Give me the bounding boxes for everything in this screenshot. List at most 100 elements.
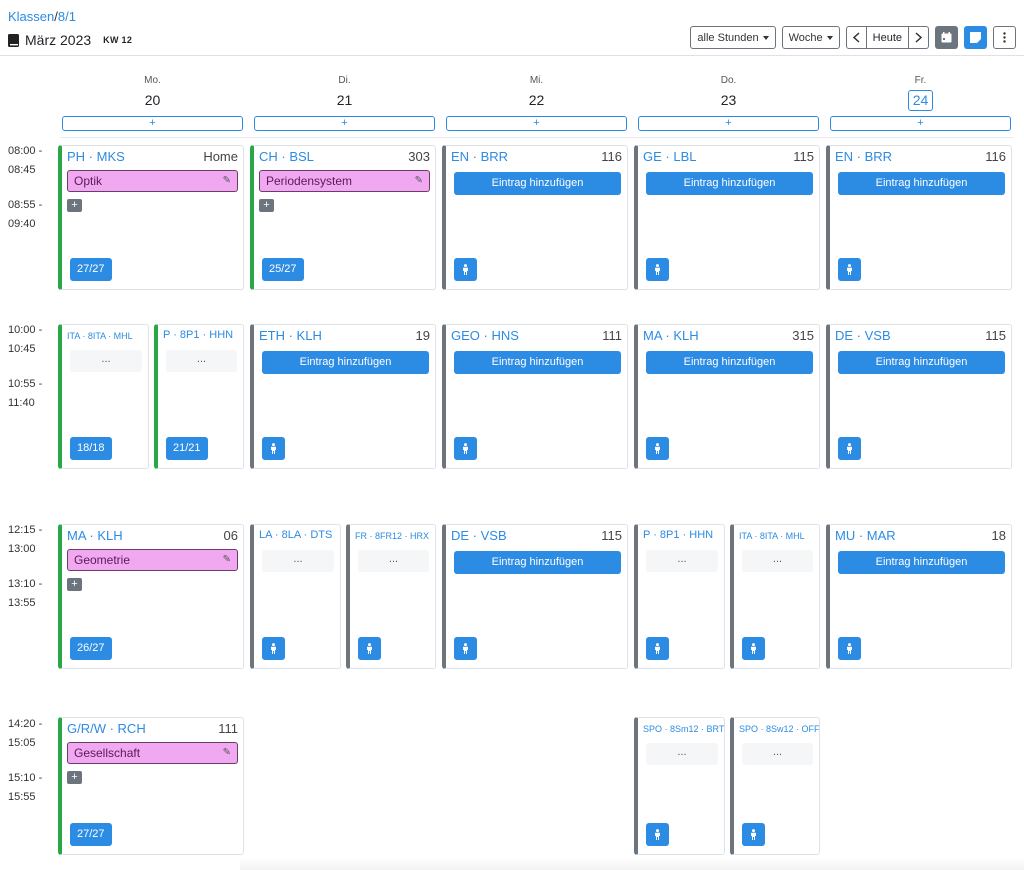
attendance-button[interactable] (262, 637, 285, 660)
lesson-topic[interactable]: Optik ✎ (67, 170, 238, 192)
notes-button[interactable] (964, 26, 987, 49)
attendance-count-button[interactable]: 27/27 (70, 258, 112, 281)
view-dropdown[interactable]: Woche (781, 26, 840, 49)
attendance-button[interactable] (646, 637, 669, 660)
attendance-button[interactable] (454, 437, 477, 460)
attendance-button[interactable] (646, 258, 669, 281)
attendance-button[interactable] (838, 258, 861, 281)
add-day-event-button[interactable]: + (638, 116, 819, 131)
lesson-card[interactable]: SPO · 8Sw12 · OFF... (730, 717, 820, 855)
lesson-card[interactable]: GE · LBL 115 Eintrag hinzufügen (634, 145, 820, 290)
add-day-event-button[interactable]: + (62, 116, 243, 131)
more-button[interactable] (993, 26, 1016, 49)
lesson-card[interactable]: SPO · 8Sm12 · BRT... (634, 717, 725, 855)
attendance-button[interactable] (358, 637, 381, 660)
pencil-icon[interactable]: ✎ (223, 743, 231, 763)
lesson-card[interactable]: PH · MKS Home Optik ✎ +27/27 (58, 145, 244, 290)
lesson-subject[interactable]: EN · BRR (451, 149, 508, 164)
lesson-placeholder[interactable]: ... (646, 550, 718, 572)
lesson-card[interactable]: P · 8P1 · HHN... (634, 524, 725, 669)
lesson-topic[interactable]: Gesellschaft ✎ (67, 742, 238, 764)
lesson-card[interactable]: MU · MAR 18 Eintrag hinzufügen (826, 524, 1012, 669)
lesson-topic[interactable]: Periodensystem ✎ (259, 170, 430, 192)
lesson-card[interactable]: FR · 8FR12 · HRX... (346, 524, 436, 669)
pencil-icon[interactable]: ✎ (223, 171, 231, 191)
pencil-icon[interactable]: ✎ (223, 550, 231, 570)
attendance-button[interactable] (454, 637, 477, 660)
lesson-placeholder[interactable]: ... (742, 743, 813, 765)
pencil-icon[interactable]: ✎ (415, 171, 423, 191)
lesson-subject[interactable]: MA · KLH (643, 328, 699, 343)
lesson-subject[interactable]: P · 8P1 · HHN (643, 528, 713, 541)
attendance-button[interactable] (838, 637, 861, 660)
lesson-card[interactable]: CH · BSL 303 Periodensystem ✎ +25/27 (250, 145, 436, 290)
lesson-subject[interactable]: FR · 8FR12 · HRX (355, 528, 429, 541)
lesson-card[interactable]: LA · 8LA · DTS... (250, 524, 341, 669)
lesson-placeholder[interactable]: ... (646, 743, 718, 765)
attendance-button[interactable] (262, 437, 285, 460)
lesson-subject[interactable]: SPO · 8Sw12 · OFF (739, 721, 820, 734)
add-entry-button[interactable]: Eintrag hinzufügen (646, 351, 813, 374)
add-entry-button[interactable]: Eintrag hinzufügen (838, 172, 1005, 195)
lesson-subject[interactable]: ETH · KLH (259, 328, 322, 343)
lesson-card[interactable]: GEO · HNS 111 Eintrag hinzufügen (442, 324, 628, 469)
lesson-placeholder[interactable]: ... (166, 350, 237, 372)
add-day-event-button[interactable]: + (830, 116, 1011, 131)
add-entry-button[interactable]: Eintrag hinzufügen (454, 351, 621, 374)
lesson-subject[interactable]: DE · VSB (451, 528, 507, 543)
calendar-button[interactable] (935, 26, 958, 49)
add-entry-button[interactable]: Eintrag hinzufügen (262, 351, 429, 374)
attendance-button[interactable] (454, 258, 477, 281)
breadcrumb-link-klassen[interactable]: Klassen (8, 9, 54, 24)
attendance-button[interactable] (742, 823, 765, 846)
lesson-card[interactable]: DE · VSB 115 Eintrag hinzufügen (826, 324, 1012, 469)
lesson-subject[interactable]: DE · VSB (835, 328, 891, 343)
lesson-placeholder[interactable]: ... (358, 550, 429, 572)
lesson-subject[interactable]: SPO · 8Sm12 · BRT (643, 721, 724, 734)
lesson-card[interactable]: MA · KLH 06 Geometrie ✎ +26/27 (58, 524, 244, 669)
prev-week-button[interactable] (847, 27, 866, 48)
lesson-placeholder[interactable]: ... (262, 550, 334, 572)
lesson-subject[interactable]: GE · LBL (643, 149, 696, 164)
today-button[interactable]: Heute (865, 27, 908, 48)
lesson-subject[interactable]: PH · MKS (67, 149, 125, 164)
attendance-count-button[interactable]: 25/27 (262, 258, 304, 281)
hours-filter-dropdown[interactable]: alle Stunden (690, 26, 776, 49)
add-entry-button[interactable]: Eintrag hinzufügen (838, 351, 1005, 374)
add-entry-button[interactable]: Eintrag hinzufügen (454, 172, 621, 195)
lesson-subject[interactable]: G/R/W · RCH (67, 721, 146, 736)
lesson-placeholder[interactable]: ... (742, 550, 813, 572)
add-day-event-button[interactable]: + (254, 116, 435, 131)
lesson-card[interactable]: EN · BRR 116 Eintrag hinzufügen (826, 145, 1012, 290)
add-entry-button[interactable]: Eintrag hinzufügen (838, 551, 1005, 574)
lesson-card[interactable]: DE · VSB 115 Eintrag hinzufügen (442, 524, 628, 669)
lesson-subject[interactable]: MA · KLH (67, 528, 123, 543)
lesson-card[interactable]: ITA · 8ITA · MHL... 18/18 (58, 324, 149, 469)
attendance-count-button[interactable]: 18/18 (70, 437, 112, 460)
next-week-button[interactable] (908, 27, 928, 48)
add-entry-button[interactable]: Eintrag hinzufügen (646, 172, 813, 195)
lesson-card[interactable]: MA · KLH 315 Eintrag hinzufügen (634, 324, 820, 469)
breadcrumb-current[interactable]: 8/1 (58, 9, 76, 24)
attendance-button[interactable] (838, 437, 861, 460)
attendance-button[interactable] (646, 437, 669, 460)
lesson-subject[interactable]: ITA · 8ITA · MHL (67, 328, 133, 341)
lesson-subject[interactable]: EN · BRR (835, 149, 892, 164)
add-day-event-button[interactable]: + (446, 116, 627, 131)
lesson-card[interactable]: ITA · 8ITA · MHL... (730, 524, 820, 669)
attendance-count-button[interactable]: 26/27 (70, 637, 112, 660)
add-homework-button[interactable]: + (67, 771, 82, 784)
lesson-subject[interactable]: P · 8P1 · HHN (163, 328, 233, 341)
lesson-placeholder[interactable]: ... (70, 350, 142, 372)
attendance-count-button[interactable]: 21/21 (166, 437, 208, 460)
attendance-button[interactable] (742, 637, 765, 660)
lesson-subject[interactable]: ITA · 8ITA · MHL (739, 528, 805, 541)
lesson-subject[interactable]: GEO · HNS (451, 328, 519, 343)
add-homework-button[interactable]: + (67, 578, 82, 591)
add-entry-button[interactable]: Eintrag hinzufügen (454, 551, 621, 574)
lesson-card[interactable]: ETH · KLH 19 Eintrag hinzufügen (250, 324, 436, 469)
lesson-subject[interactable]: CH · BSL (259, 149, 314, 164)
lesson-card[interactable]: EN · BRR 116 Eintrag hinzufügen (442, 145, 628, 290)
add-homework-button[interactable]: + (259, 199, 274, 212)
lesson-card[interactable]: G/R/W · RCH 111 Gesellschaft ✎ +27/27 (58, 717, 244, 855)
